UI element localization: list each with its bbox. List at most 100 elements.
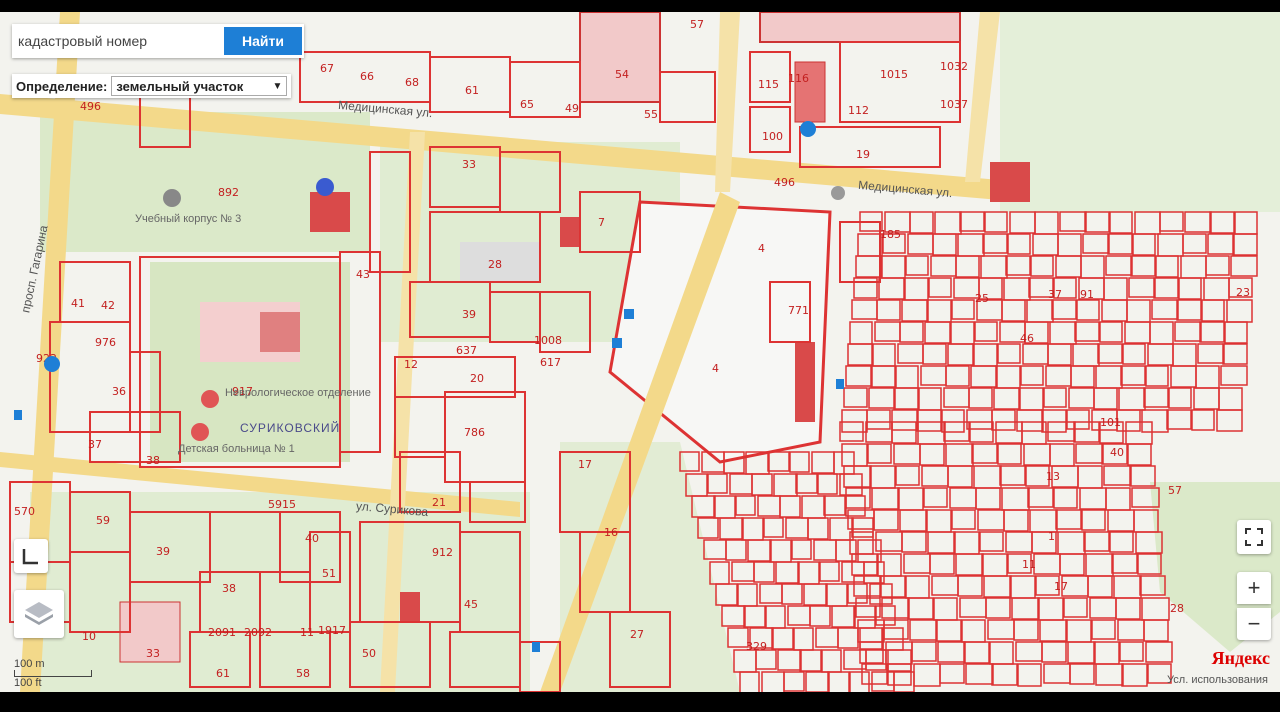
scale-top-label: 100 m — [14, 658, 45, 670]
district-label: СУРИКОВСКИЙ — [240, 420, 340, 435]
parcel-number-label: 17 — [578, 458, 592, 471]
zoom-out-button[interactable]: − — [1237, 608, 1271, 640]
parcel-number-label: 37 — [88, 438, 102, 451]
parcel-number-label: 4 — [712, 362, 719, 375]
poi-neuro-label: Неврологическое отделение — [225, 387, 371, 399]
bus-stop-icon[interactable] — [836, 379, 844, 389]
parcel-number-label: 41 — [71, 297, 85, 310]
parcel-number-label: 100 — [762, 130, 783, 143]
parcel-number-label: 1015 — [880, 68, 908, 81]
parcel-number-label: 42 — [101, 299, 115, 312]
parcel-number-label: 49 — [565, 102, 579, 115]
poi-campus-label: Учебный корпус № 3 — [135, 213, 241, 225]
parcel-number-label: 51 — [322, 567, 336, 580]
chevron-down-icon: ▼ — [272, 80, 283, 92]
parcel-number-label: 40 — [1110, 446, 1124, 459]
cadastral-search-input[interactable] — [16, 26, 218, 56]
bus-stop-icon[interactable] — [624, 309, 634, 319]
parcel-number-label: 2091 — [208, 626, 236, 639]
pin-poi-icon[interactable] — [831, 186, 845, 200]
parcel-number-label: 329 — [746, 640, 767, 653]
parcel-number-label: 786 — [464, 426, 485, 439]
find-button[interactable]: Найти — [224, 27, 302, 55]
cadastral-map[interactable]: 6766 686165 49575455115 116 10151032112 10371… — [0, 12, 1280, 692]
parcel-number-label: 50 — [362, 647, 376, 660]
parcel-number-label: 13 — [1046, 470, 1060, 483]
parcel-number-label: 637 — [456, 344, 477, 357]
parcel-number-label: 4 — [758, 242, 765, 255]
parcel-number-label: 91 — [1080, 288, 1094, 301]
parcel-number-label: 10 — [82, 630, 96, 643]
define-selected-value: земельный участок — [116, 78, 244, 94]
scale-bottom-label: 100 ft — [14, 677, 42, 689]
hospital-poi-icon[interactable] — [201, 390, 219, 408]
parcel-number-label: 16 — [604, 526, 618, 539]
parcel-number-label: 28 — [1170, 602, 1184, 615]
bus-stop-icon[interactable] — [14, 410, 22, 420]
search-panel: Найти — [12, 24, 304, 58]
parcel-number-label: 58 — [296, 667, 310, 680]
parcel-number-label: 28 — [488, 258, 502, 271]
parcel-number-label: 7 — [598, 216, 605, 229]
parcel-number-label: 20 — [470, 372, 484, 385]
parcel-number-label: 55 — [644, 108, 658, 121]
parcel-number-label: 115 — [758, 78, 779, 91]
parcel-number-label: 892 — [218, 186, 239, 199]
ruler-icon — [22, 549, 38, 565]
green-area — [1000, 12, 1280, 212]
brand-logo: Яндекс — [1211, 648, 1270, 668]
parcel-number-label: 1 — [1048, 530, 1055, 543]
parcel-number-label: 11 — [300, 626, 314, 639]
fullscreen-button[interactable] — [1237, 520, 1271, 554]
parcel-number-label: 68 — [405, 76, 419, 89]
fullscreen-icon — [1245, 528, 1263, 546]
parcel-number-label: 19 — [856, 148, 870, 161]
parcel-number-label: 101 — [1100, 416, 1121, 429]
parcel-number-label: 5915 — [268, 498, 296, 511]
parcel-number-label: 57 — [690, 18, 704, 31]
parcel-number-label: 11 — [1022, 558, 1036, 571]
define-label: Определение: — [16, 78, 108, 94]
parcel-number-label: 45 — [464, 598, 478, 611]
scale-line — [14, 670, 92, 677]
campus-poi-icon[interactable] — [163, 189, 181, 207]
parcel-number-label: 570 — [14, 505, 35, 518]
parcel-number-label: 59 — [96, 514, 110, 527]
parcel-number-label: 38 — [222, 582, 236, 595]
parcel-number-label: 1037 — [940, 98, 968, 111]
parcel-number-label: 65 — [520, 98, 534, 111]
metro-poi-icon[interactable] — [800, 121, 816, 137]
parcel-number-label: 21 — [432, 496, 446, 509]
ruler-button[interactable] — [14, 539, 48, 573]
pharmacy-poi-icon[interactable] — [44, 356, 60, 372]
poi-children-label: Детская больница № 1 — [178, 443, 295, 455]
terms-link[interactable]: Усл. использования — [1167, 674, 1268, 686]
parcel-number-label: 40 — [305, 532, 319, 545]
parcel-number-label: 66 — [360, 70, 374, 83]
define-select[interactable]: земельный участок ▼ — [111, 76, 288, 96]
scale-bar: 100 m 100 ft — [14, 658, 92, 689]
zoom-in-button[interactable]: + — [1237, 572, 1271, 604]
parcel-number-label: 116 — [788, 72, 809, 85]
bus-stop-icon[interactable] — [532, 642, 540, 652]
parcel-number-label: 496 — [774, 176, 795, 189]
parcel-number-label: 25 — [975, 292, 989, 305]
parcel-number-label: 23 — [1236, 286, 1250, 299]
bus-stop-icon[interactable] — [612, 338, 622, 348]
parcel-number-label: 27 — [630, 628, 644, 641]
parcel-number-label: 2092 — [244, 626, 272, 639]
church-poi-icon[interactable] — [316, 178, 334, 196]
parcel-number-label: 39 — [462, 308, 476, 321]
parcel-number-label: 17 — [1054, 580, 1068, 593]
layers-button[interactable] — [14, 590, 64, 638]
hospital-poi-icon[interactable] — [191, 423, 209, 441]
parcel-number-label: 185 — [880, 228, 901, 241]
parcel-number-label: 38 — [146, 454, 160, 467]
parcel-number-label: 43 — [356, 268, 370, 281]
parcel-number-label: 617 — [540, 356, 561, 369]
parcel-number-label: 1008 — [534, 334, 562, 347]
parcel-number-label: 112 — [848, 104, 869, 117]
parcel-number-label: 33 — [146, 647, 160, 660]
parcel-number-label: 33 — [462, 158, 476, 171]
parcel-number-label: 61 — [216, 667, 230, 680]
